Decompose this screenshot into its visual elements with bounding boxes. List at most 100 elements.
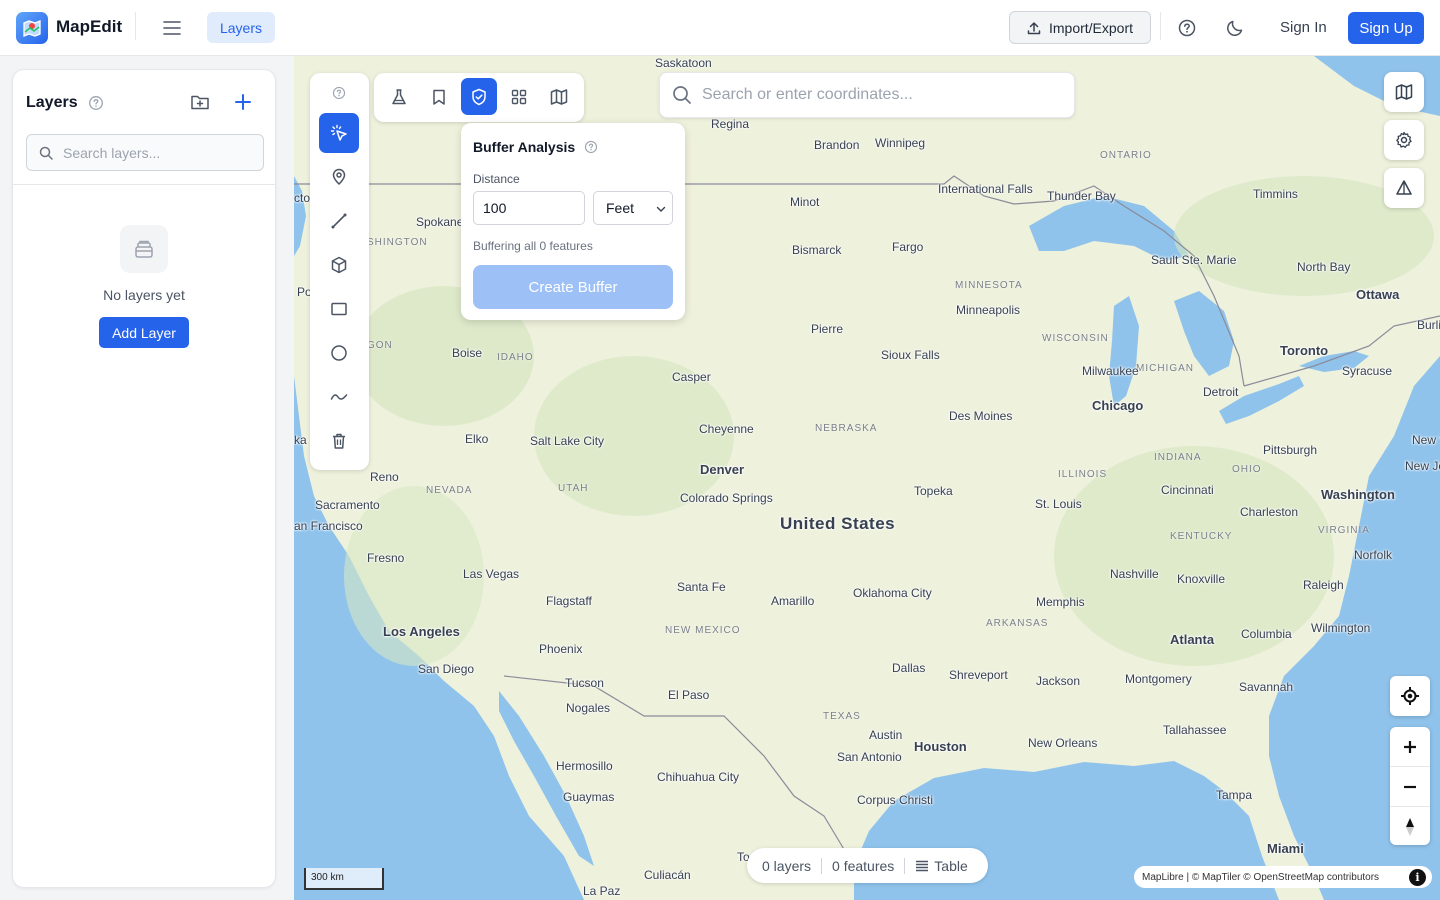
terrain-button[interactable] (1384, 168, 1424, 208)
city-label: North Bay (1297, 260, 1351, 274)
empty-layers-icon-box (120, 225, 168, 273)
sign-in-link[interactable]: Sign In (1280, 19, 1327, 36)
city-label: Minot (790, 195, 820, 209)
basemap-button[interactable] (1384, 72, 1424, 112)
city-label: Knoxville (1177, 572, 1226, 586)
city-label: Houston (914, 739, 967, 754)
analysis-tool-grid[interactable] (501, 78, 537, 115)
dark-mode-toggle[interactable] (1221, 14, 1249, 42)
table-icon (916, 860, 929, 871)
city-label: Chihuahua City (657, 770, 740, 784)
gear-icon (1396, 131, 1412, 148)
region-label: WISCONSIN (1042, 333, 1109, 344)
map-search-input[interactable]: Search or enter coordinates... (659, 72, 1075, 118)
puget-sound (294, 176, 306, 256)
city-label: ka (294, 433, 307, 447)
city-label: Elko (465, 432, 489, 446)
city-label: Thunder Bay (1047, 189, 1116, 203)
city-label: Sacramento (315, 498, 380, 512)
zoom-in-button[interactable] (1390, 727, 1430, 766)
city-label: Des Moines (949, 409, 1013, 423)
sign-up-button[interactable]: Sign Up (1348, 12, 1424, 44)
buffer-help-button[interactable] (584, 140, 598, 159)
unit-select-value: Feet (606, 200, 635, 216)
city-label: Culiacán (644, 868, 691, 882)
delete-tool[interactable] (319, 421, 359, 461)
unit-select[interactable]: Feet (593, 191, 673, 225)
menu-button[interactable] (158, 14, 186, 42)
import-export-button[interactable]: Import/Export (1009, 11, 1151, 44)
city-label: Detroit (1203, 385, 1239, 399)
add-layer-button[interactable]: Add Layer (99, 317, 189, 348)
city-label: Cheyenne (699, 422, 754, 436)
city-label: Columbia (1241, 627, 1292, 641)
lake-superior (1029, 196, 1189, 261)
help-button[interactable] (1173, 14, 1201, 42)
top-header: MapEdit Layers Import/Export Sign In Sig… (0, 0, 1440, 56)
help-icon (89, 96, 103, 110)
city-label: Fresno (367, 551, 405, 565)
add-folder-button[interactable] (190, 93, 210, 116)
search-icon (39, 146, 53, 160)
tab-layers[interactable]: Layers (207, 12, 275, 43)
city-label: Regina (711, 117, 750, 131)
distance-input[interactable]: 100 (473, 191, 585, 225)
geolocate-button[interactable] (1390, 676, 1430, 716)
rectangle-icon (331, 302, 347, 316)
moon-icon (1227, 20, 1243, 36)
help-icon (1178, 19, 1196, 37)
freehand-icon (330, 394, 348, 400)
city-label: New Jerse (1405, 459, 1440, 473)
line-icon (331, 213, 347, 229)
city-label: an Francisco (294, 519, 363, 533)
circle-tool[interactable] (319, 333, 359, 373)
city-label: Pittsburgh (1263, 443, 1318, 457)
city-label: Phoenix (539, 642, 583, 656)
region-label: NEW MEXICO (665, 625, 741, 636)
city-label: Saskatoon (655, 56, 712, 70)
table-toggle-button[interactable]: Table (905, 858, 977, 874)
app-logo[interactable] (16, 12, 48, 44)
zoom-out-button[interactable] (1390, 767, 1430, 806)
info-icon[interactable]: i (1409, 869, 1426, 886)
locate-icon (1401, 687, 1419, 705)
region-label: KENTUCKY (1170, 531, 1233, 542)
point-tool[interactable] (319, 157, 359, 197)
city-label: Jackson (1036, 674, 1081, 688)
add-layer-icon-button[interactable] (233, 92, 253, 117)
select-icon (330, 124, 347, 141)
city-label: Winnipeg (875, 136, 926, 150)
layers-help-button[interactable] (88, 95, 104, 116)
city-label: Pierre (811, 322, 844, 336)
flask-icon (392, 88, 406, 104)
analysis-tool-flask[interactable] (381, 78, 417, 115)
select-tool[interactable] (319, 113, 359, 153)
city-label: Ottawa (1356, 287, 1400, 302)
analysis-tool-buffer[interactable] (461, 78, 497, 115)
plus-icon (1404, 740, 1416, 753)
rectangle-tool[interactable] (319, 289, 359, 329)
layer-search-input[interactable]: Search layers... (26, 134, 264, 171)
draw-help-button[interactable] (319, 73, 359, 113)
folder-plus-icon (191, 95, 209, 110)
line-tool[interactable] (319, 201, 359, 241)
city-label: Toronto (1280, 343, 1329, 358)
create-buffer-button[interactable]: Create Buffer (473, 265, 673, 309)
layer-search-placeholder: Search layers... (63, 144, 161, 161)
city-label: Denver (700, 462, 745, 477)
region-label: NEBRASKA (815, 423, 878, 434)
analysis-tool-bookmark[interactable] (421, 78, 457, 115)
analysis-tool-map[interactable] (541, 78, 577, 115)
polygon-tool[interactable] (319, 245, 359, 285)
settings-button[interactable] (1384, 120, 1424, 160)
city-label: Norfolk (1354, 548, 1393, 562)
buffer-note: Buffering all 0 features (473, 239, 593, 253)
map-attribution[interactable]: MapLibre | © MapTiler © OpenStreetMap co… (1134, 866, 1432, 888)
grid-icon (511, 89, 527, 104)
compass-button[interactable] (1390, 807, 1430, 846)
map-icon (1395, 84, 1413, 100)
freehand-tool[interactable] (319, 377, 359, 417)
plus-icon (235, 94, 251, 110)
city-label: Minneapolis (956, 303, 1021, 317)
header-divider (1160, 12, 1161, 40)
